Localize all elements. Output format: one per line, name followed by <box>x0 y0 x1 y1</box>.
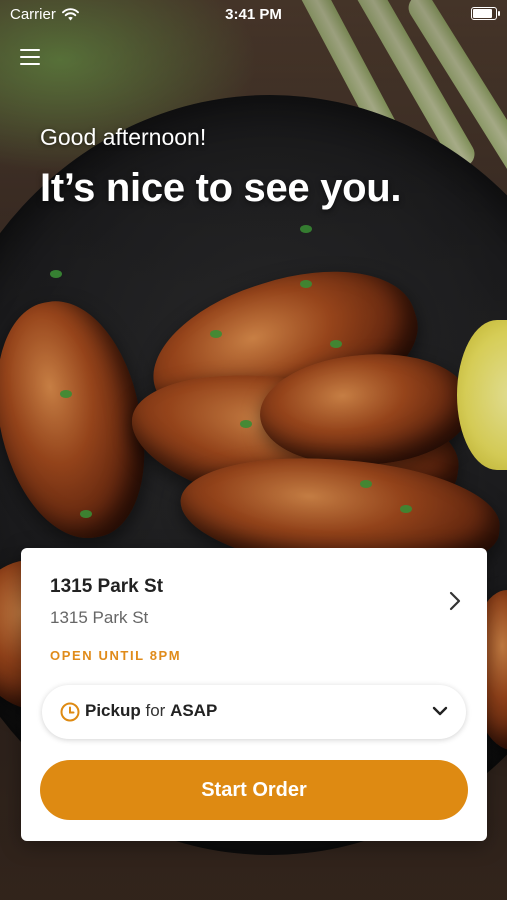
order-mode-selector[interactable]: Pickup for ASAP <box>42 685 466 739</box>
greeting-title: It’s nice to see you. <box>40 166 402 210</box>
order-mode-text: Pickup for ASAP <box>85 701 217 721</box>
order-mode-time: ASAP <box>170 701 218 720</box>
hamburger-menu-icon[interactable] <box>20 48 42 68</box>
order-mode-connector: for <box>145 701 166 720</box>
clock-icon <box>60 702 80 722</box>
chevron-right-icon <box>449 591 461 611</box>
status-bar: Carrier 3:41 PM <box>0 0 507 28</box>
start-order-button[interactable]: Start Order <box>40 760 468 820</box>
battery-level <box>473 9 492 18</box>
store-address: 1315 Park St <box>50 608 149 627</box>
store-hours: OPEN UNTIL 8PM <box>50 648 182 663</box>
order-mode-type: Pickup <box>85 701 141 720</box>
battery-icon <box>471 7 500 20</box>
store-name: 1315 Park St <box>50 576 164 597</box>
store-card: 1315 Park St 1315 Park St OPEN UNTIL 8PM… <box>21 548 487 841</box>
status-time: 3:41 PM <box>225 6 282 23</box>
store-location-row[interactable]: 1315 Park St 1315 Park St <box>50 576 467 636</box>
greeting-subtitle: Good afternoon! <box>40 124 207 150</box>
chevron-down-icon <box>432 706 448 716</box>
